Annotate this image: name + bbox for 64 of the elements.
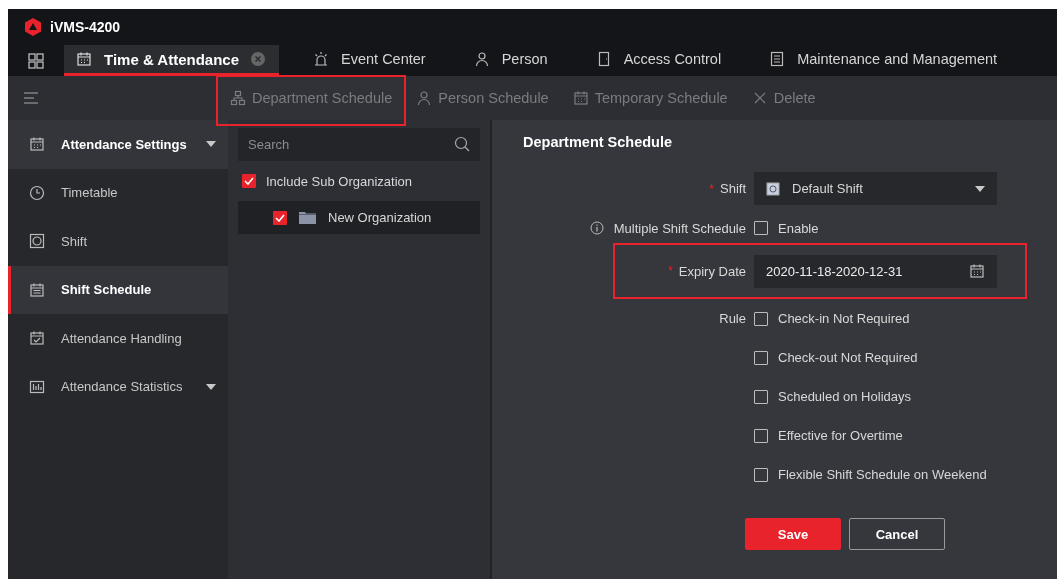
calendar-icon [29,136,45,153]
menu-icon [24,92,38,104]
person-icon [473,51,490,67]
caret-icon [206,383,216,390]
calendar-icon [969,263,985,279]
field-label: Rule [719,311,746,326]
org-chart-icon [230,90,246,106]
checkbox-label: Effective for Overtime [778,428,903,443]
dropdown-value: Default Shift [792,181,864,196]
shift-icon [766,181,780,196]
checkbox[interactable] [754,428,768,443]
checkbox-label: Scheduled on Holidays [778,389,911,404]
grid-icon [28,52,44,69]
check-icon [244,177,254,185]
checkbox[interactable] [754,467,768,482]
search-field[interactable]: Search [238,128,480,161]
save-button[interactable]: Save [745,518,841,550]
alarm-light-icon [313,51,330,67]
cancel-button[interactable]: Cancel [849,518,945,550]
field-label: Expiry Date [678,263,746,279]
checkbox-label: Include Sub Organization [266,173,412,189]
checkbox-label: Check-out Not Required [778,350,918,365]
required-mark: * [709,181,714,196]
info-icon [589,221,604,235]
module-tab[interactable]: Time & Attendance [64,45,280,76]
checkbox[interactable] [754,350,768,365]
checkbox-label: Check-in Not Required [778,311,910,326]
sidebar-item[interactable]: Attendance Settings [8,120,228,169]
checkbox[interactable] [754,311,768,326]
date-field[interactable]: 2020-11-18-2020-12-31 [754,254,997,288]
folder-icon [299,211,316,224]
field-value: 2020-11-18-2020-12-31 [766,263,904,279]
search-icon [454,136,470,152]
shift-dropdown[interactable]: Default Shift [754,172,997,205]
module-tab[interactable]: Event Center [301,45,440,76]
module-tab[interactable]: Person [461,45,562,76]
field-label: Shift [720,181,746,196]
check-icon [275,213,285,222]
node-label: New Organization [328,210,432,225]
checkbox-label: Enable [778,220,819,236]
checkbox[interactable] [754,221,768,235]
tree-node[interactable]: New Organization [238,201,480,234]
field-label: Multiple Shift Schedule [613,220,746,236]
person-icon [416,90,433,106]
app-title: iVMS-4200 [50,19,121,35]
caret-icon [206,141,216,148]
sidebar-item[interactable]: Shift Schedule [8,265,228,314]
calendar-check-icon [29,330,45,347]
module-tab[interactable]: Maintenance and Management [757,45,1012,76]
chart-icon [29,378,45,395]
required-mark: * [668,264,673,278]
calendar-icon [572,90,589,106]
calendar-icon [76,51,92,67]
close-icon[interactable] [251,52,266,66]
caret-icon [975,185,985,192]
checkbox[interactable] [242,174,256,188]
schedule-icon [29,281,45,298]
checkbox[interactable] [273,210,287,225]
clock-icon [29,184,45,201]
checkbox[interactable] [754,389,768,404]
checkbox-label: Flexible Shift Schedule on Weekend [778,467,987,482]
module-tab[interactable]: Access Control [583,45,736,76]
logo-icon [24,18,42,36]
form-title: Department Schedule [523,134,674,152]
